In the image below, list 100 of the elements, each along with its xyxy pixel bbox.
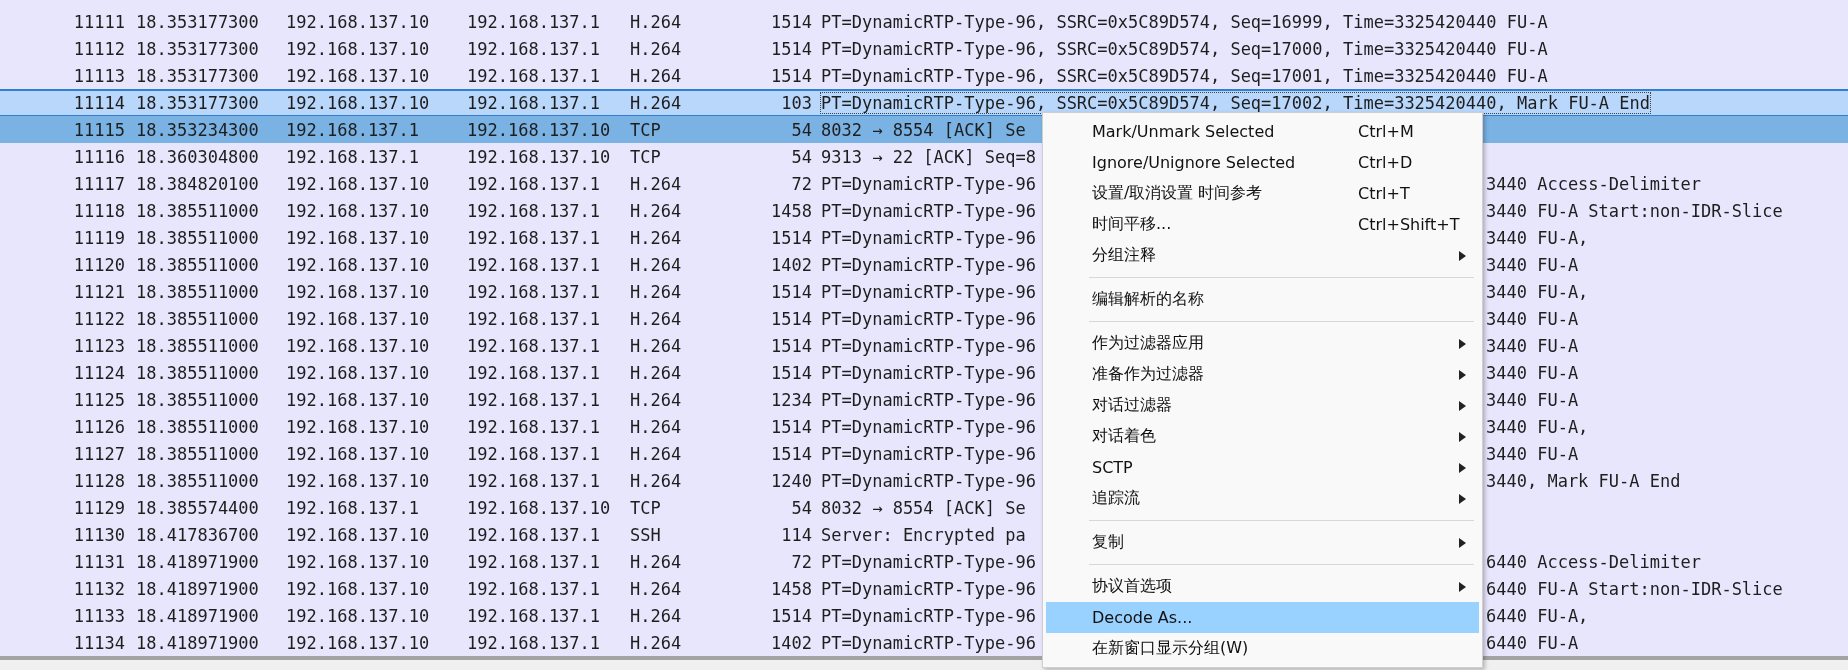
table-cell: PT=DynamicRTP-Type-96, SSRC=0x5C89D574, Seq=16999, Time=3325420440 FU-A (821, 11, 1548, 32)
packet-row[interactable]: 11114 18.353177300 192.168.137.10 192.168.137.1 H.264 103 PT=DynamicRTP-Type-96, SSRC=0x5C89D574, Seq=17002, Time=3325420440, Mark FU-A End (0, 89, 1848, 116)
table-cell-text: H.264 (630, 335, 683, 356)
shortcut-label: Ctrl+D (1358, 153, 1414, 172)
table-cell-text: 18.353234300 (135, 119, 260, 140)
menu-item[interactable]: 编辑解析的名称 (1046, 284, 1479, 315)
table-cell-text: 18.385511000 (135, 254, 260, 275)
table-cell: 3440 FU-A Start:non-IDR-Slice (1486, 200, 1783, 221)
table-cell: Server: Encrypted pa (821, 524, 1026, 545)
table-cell-text: 192.168.137.10 (286, 524, 431, 545)
table-cell-text: 192.168.137.1 (467, 632, 602, 653)
table-cell-text: 18.385511000 (135, 416, 260, 437)
table-cell-text: 192.168.137.1 (467, 200, 602, 221)
menu-item[interactable]: 复制 (1046, 527, 1479, 558)
table-cell: 3440 FU-A (1486, 362, 1579, 383)
table-cell: 11116 (73, 146, 125, 167)
table-cell-text: 192.168.137.1 (286, 119, 421, 140)
table-cell: 1514 (771, 11, 812, 32)
table-cell: 11118 (73, 200, 125, 221)
table-cell-text: H.264 (630, 605, 683, 626)
table-cell: PT=DynamicRTP-Type-96 (821, 227, 1036, 248)
table-cell-text: 18.360304800 (135, 146, 260, 167)
menu-item[interactable]: 协议首选项 (1046, 571, 1479, 602)
table-cell-text: 192.168.137.10 (286, 632, 431, 653)
table-cell: 11119 (73, 227, 125, 248)
table-cell-text: H.264 (630, 416, 683, 437)
table-cell: 3440, Mark FU-A End (1486, 470, 1681, 491)
table-cell-text: 18.385511000 (135, 281, 260, 302)
table-cell-text: H.264 (630, 362, 683, 383)
menu-item[interactable]: 对话着色 (1046, 421, 1479, 452)
table-cell-text: 18.385511000 (135, 200, 260, 221)
table-cell-text: H.264 (630, 173, 683, 194)
table-cell-text: 18.385511000 (135, 227, 260, 248)
menu-item[interactable]: 设置/取消设置 时间参考 Ctrl+T (1046, 178, 1479, 209)
table-cell: PT=DynamicRTP-Type-96 (821, 389, 1036, 410)
table-cell: 1514 (771, 281, 812, 302)
table-cell: 11133 (73, 605, 125, 626)
table-cell: 1514 (771, 605, 812, 626)
table-cell-text: 18.418971900 (135, 632, 260, 653)
table-cell-text: 192.168.137.1 (467, 38, 602, 59)
menu-item[interactable]: 作为过滤器应用 (1046, 328, 1479, 359)
menu-item[interactable]: Decode As... (1046, 602, 1479, 633)
table-cell: 11125 (73, 389, 125, 410)
table-cell-text: 192.168.137.1 (467, 362, 602, 383)
menu-item[interactable]: 追踪流 (1046, 483, 1479, 514)
table-cell: 6440 FU-A Start:non-IDR-Slice (1486, 578, 1783, 599)
table-cell: PT=DynamicRTP-Type-96 (821, 281, 1036, 302)
shortcut-label: Ctrl+T (1358, 184, 1411, 203)
menu-item[interactable]: 时间平移... Ctrl+Shift+T (1046, 209, 1479, 240)
table-cell-text: 18.385511000 (135, 470, 260, 491)
table-cell-text: 192.168.137.1 (467, 551, 602, 572)
table-cell-text: 192.168.137.10 (286, 389, 431, 410)
table-cell: 8032 → 8554 [ACK] Se (821, 119, 1026, 140)
table-cell-text: 18.385511000 (135, 362, 260, 383)
table-cell: PT=DynamicRTP-Type-96 (821, 173, 1036, 194)
table-cell-text: 18.418971900 (135, 578, 260, 599)
menu-item[interactable]: 在新窗口显示分组(W) (1046, 633, 1479, 664)
table-cell-text: 18.417836700 (135, 524, 260, 545)
table-cell-text: 192.168.137.10 (467, 119, 612, 140)
table-cell-text: 192.168.137.1 (467, 254, 602, 275)
table-cell-text: 192.168.137.10 (286, 173, 431, 194)
table-cell: 11131 (73, 551, 125, 572)
menu-item[interactable]: Ignore/Unignore Selected Ctrl+D (1046, 147, 1479, 178)
table-cell-text: 192.168.137.1 (286, 146, 421, 167)
menu-item[interactable]: SCTP (1046, 452, 1479, 483)
table-cell-text: 192.168.137.1 (467, 389, 602, 410)
table-cell-text: 18.418971900 (135, 551, 260, 572)
table-cell-text: 192.168.137.1 (467, 578, 602, 599)
table-cell-text: 18.384820100 (135, 173, 260, 194)
table-cell: PT=DynamicRTP-Type-96, SSRC=0x5C89D574, Seq=17002, Time=3325420440, Mark FU-A End (821, 93, 1651, 113)
table-cell: 3440 FU-A (1486, 389, 1579, 410)
table-cell-text: TCP (630, 497, 662, 518)
table-cell-text: H.264 (630, 65, 683, 86)
table-cell-text: 18.385511000 (135, 335, 260, 356)
table-cell: 3440 FU-A, (1486, 281, 1589, 302)
table-cell-text: 192.168.137.1 (467, 227, 602, 248)
menu-item[interactable]: 准备作为过滤器 (1046, 359, 1479, 390)
table-cell-text: 18.385511000 (135, 443, 260, 464)
table-cell-text: 192.168.137.10 (286, 605, 431, 626)
table-cell-text: H.264 (630, 632, 683, 653)
table-cell: 11132 (73, 578, 125, 599)
table-cell: PT=DynamicRTP-Type-96 (821, 308, 1036, 329)
menu-item[interactable]: 对话过滤器 (1046, 390, 1479, 421)
table-cell-text: 192.168.137.10 (286, 65, 431, 86)
table-cell-text: 192.168.137.10 (286, 11, 431, 32)
table-cell: 11120 (73, 254, 125, 275)
table-cell: 11130 (73, 524, 125, 545)
table-cell: PT=DynamicRTP-Type-96 (821, 335, 1036, 356)
table-cell-text: 192.168.137.1 (467, 11, 602, 32)
menu-item[interactable]: 分组注释 (1046, 240, 1479, 271)
table-cell-text: 192.168.137.1 (467, 65, 602, 86)
table-cell: 11127 (73, 443, 125, 464)
table-cell-text: 192.168.137.10 (286, 578, 431, 599)
table-cell: 1402 (771, 254, 812, 275)
table-cell-text: H.264 (630, 308, 683, 329)
table-cell: 1234 (771, 389, 812, 410)
table-cell: PT=DynamicRTP-Type-96 (821, 443, 1036, 464)
table-cell-text: 192.168.137.1 (467, 173, 602, 194)
table-cell: 11128 (73, 470, 125, 491)
table-cell: 1514 (771, 65, 812, 86)
